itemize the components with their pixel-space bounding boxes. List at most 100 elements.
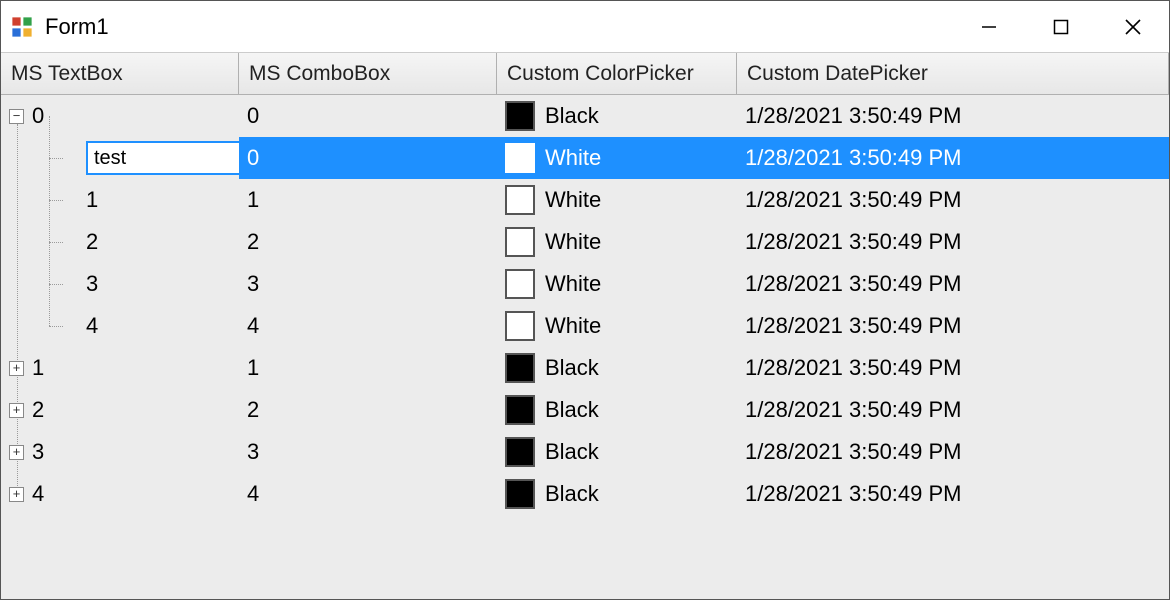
table-row[interactable]: 0 White 1/28/2021 3:50:49 PM	[1, 137, 1169, 179]
table-row[interactable]: 44White1/28/2021 3:50:49 PM	[1, 305, 1169, 347]
tree-node-icon	[63, 193, 78, 208]
column-header-textbox[interactable]: MS TextBox	[1, 53, 239, 94]
combobox-editor[interactable]: 0	[239, 137, 481, 179]
colorpicker-cell[interactable]: White	[497, 179, 737, 221]
tree-cell[interactable]: +1	[1, 347, 239, 389]
colorpicker-cell[interactable]: Black	[497, 431, 737, 473]
datepicker-cell[interactable]: 1/28/2021 3:50:49 PM	[737, 305, 1169, 347]
combobox-value: 2	[247, 229, 259, 255]
table-row[interactable]: +33Black1/28/2021 3:50:49 PM	[1, 431, 1169, 473]
colorpicker-cell[interactable]: Black	[497, 347, 737, 389]
tree-label: 2	[86, 229, 98, 255]
tree-cell[interactable]: 1	[1, 179, 239, 221]
datepicker-cell[interactable]: 1/28/2021 3:50:49 PM	[737, 389, 1169, 431]
grid-body[interactable]: −00Black1/28/2021 3:50:49 PM0White1/28/2…	[1, 95, 1169, 599]
datepicker-cell[interactable]: 1/28/2021 3:50:49 PM	[737, 473, 1169, 515]
table-row[interactable]: 33 White 1/28/2021 3:50:49 PM	[1, 263, 1169, 305]
tree-label: 3	[32, 439, 44, 465]
datepicker-cell[interactable]: 1/28/2021 3:50:49 PM	[737, 95, 1169, 137]
combobox-cell[interactable]: 2	[239, 389, 497, 431]
table-row[interactable]: +22Black1/28/2021 3:50:49 PM	[1, 389, 1169, 431]
textbox-editor[interactable]	[86, 141, 239, 175]
combobox-cell[interactable]: 4	[239, 473, 497, 515]
expand-icon[interactable]: +	[9, 403, 24, 418]
column-header-datepicker[interactable]: Custom DatePicker	[737, 53, 1169, 94]
date-value: 1/28/2021 3:50:49 PM	[745, 103, 962, 129]
combobox-cell[interactable]: 0	[239, 95, 497, 137]
color-swatch-icon	[505, 353, 535, 383]
tree-cell[interactable]: −0	[1, 95, 239, 137]
combobox-cell[interactable]: 3	[239, 431, 497, 473]
combobox-cell[interactable]: 4	[239, 305, 497, 347]
tree-label: 4	[86, 313, 98, 339]
date-value: 1/28/2021 3:50:49 PM	[745, 481, 962, 507]
minimize-icon	[980, 18, 998, 36]
collapse-icon[interactable]: −	[9, 109, 24, 124]
titlebar[interactable]: Form1	[1, 1, 1169, 53]
combobox-value: 1	[247, 187, 259, 213]
date-value: 1/28/2021 3:50:49 PM	[745, 313, 962, 339]
colorpicker-cell[interactable]: White	[497, 305, 737, 347]
tree-cell[interactable]: +4	[1, 473, 239, 515]
column-header-colorpicker[interactable]: Custom ColorPicker	[497, 53, 737, 94]
expand-icon[interactable]: +	[9, 445, 24, 460]
colorpicker-cell[interactable]: White	[497, 263, 737, 305]
date-value: 1/28/2021 3:50:49 PM	[745, 439, 962, 465]
colorpicker-cell[interactable]: Black	[497, 473, 737, 515]
colorpicker-cell[interactable]: White	[497, 221, 737, 263]
tree-cell[interactable]	[1, 137, 239, 179]
combobox-cell[interactable]: 1	[239, 179, 497, 221]
date-value: 1/28/2021 3:50:49 PM	[745, 229, 962, 255]
tree-label: 1	[32, 355, 44, 381]
table-row[interactable]: 2 2 White 1/28/2021 3:50:49 PM	[1, 221, 1169, 263]
datepicker-cell[interactable]: 1/28/2021 3:50:49 PM	[737, 137, 1169, 179]
tree-label: 0	[32, 103, 44, 129]
window-buttons	[953, 1, 1169, 52]
color-swatch-icon	[505, 101, 535, 131]
combobox-cell[interactable]: 0	[239, 137, 497, 179]
color-name: Black	[545, 355, 599, 381]
tree-node-icon	[63, 235, 78, 250]
expand-icon[interactable]: +	[9, 361, 24, 376]
date-value: 1/28/2021 3:50:49 PM	[745, 187, 962, 213]
combobox-cell[interactable]: 3	[239, 263, 497, 305]
colorpicker-cell[interactable]: Black	[497, 389, 737, 431]
tree-cell[interactable]: +3	[1, 431, 239, 473]
datepicker-cell[interactable]: 1/28/2021 3:50:49 PM	[737, 263, 1169, 305]
combobox-cell[interactable]: 2	[239, 221, 497, 263]
datepicker-cell[interactable]: 1/28/2021 3:50:49 PM	[737, 179, 1169, 221]
tree-label: 4	[32, 481, 44, 507]
tree-cell[interactable]: +2	[1, 389, 239, 431]
table-row[interactable]: −00Black1/28/2021 3:50:49 PM	[1, 95, 1169, 137]
tree-node-icon	[63, 277, 78, 292]
close-icon	[1123, 17, 1143, 37]
colorpicker-cell[interactable]: Black	[497, 95, 737, 137]
color-name: White	[545, 271, 601, 297]
tree-cell[interactable]: 2	[1, 221, 239, 263]
tree-cell[interactable]: 4	[1, 305, 239, 347]
date-value: 1/28/2021 3:50:49 PM	[745, 355, 962, 381]
table-row[interactable]: +44Black1/28/2021 3:50:49 PM	[1, 473, 1169, 515]
close-button[interactable]	[1097, 1, 1169, 52]
expand-icon[interactable]: +	[9, 487, 24, 502]
combobox-cell[interactable]: 1	[239, 347, 497, 389]
column-header-combobox[interactable]: MS ComboBox	[239, 53, 497, 94]
table-row[interactable]: 11 White 1/28/2021 3:50:49 PM	[1, 179, 1169, 221]
window-root: Form1 MS TextBox MS ComboBox Custom Colo…	[0, 0, 1170, 600]
colorpicker-cell[interactable]: White	[497, 137, 737, 179]
datepicker-cell[interactable]: 1/28/2021 3:50:49 PM	[737, 347, 1169, 389]
color-swatch-icon	[505, 311, 535, 341]
maximize-button[interactable]	[1025, 1, 1097, 52]
tree-label: 2	[32, 397, 44, 423]
color-name: White	[545, 145, 601, 171]
date-value: 1/28/2021 3:50:49 PM	[745, 397, 962, 423]
color-swatch-icon	[505, 395, 535, 425]
combobox-value: 4	[247, 481, 259, 507]
tree-cell[interactable]: 3	[1, 263, 239, 305]
color-name: Black	[545, 439, 599, 465]
datepicker-cell[interactable]: 1/28/2021 3:50:49 PM	[737, 221, 1169, 263]
datepicker-cell[interactable]: 1/28/2021 3:50:49 PM	[737, 431, 1169, 473]
color-name: Black	[545, 481, 599, 507]
table-row[interactable]: +11Black1/28/2021 3:50:49 PM	[1, 347, 1169, 389]
minimize-button[interactable]	[953, 1, 1025, 52]
